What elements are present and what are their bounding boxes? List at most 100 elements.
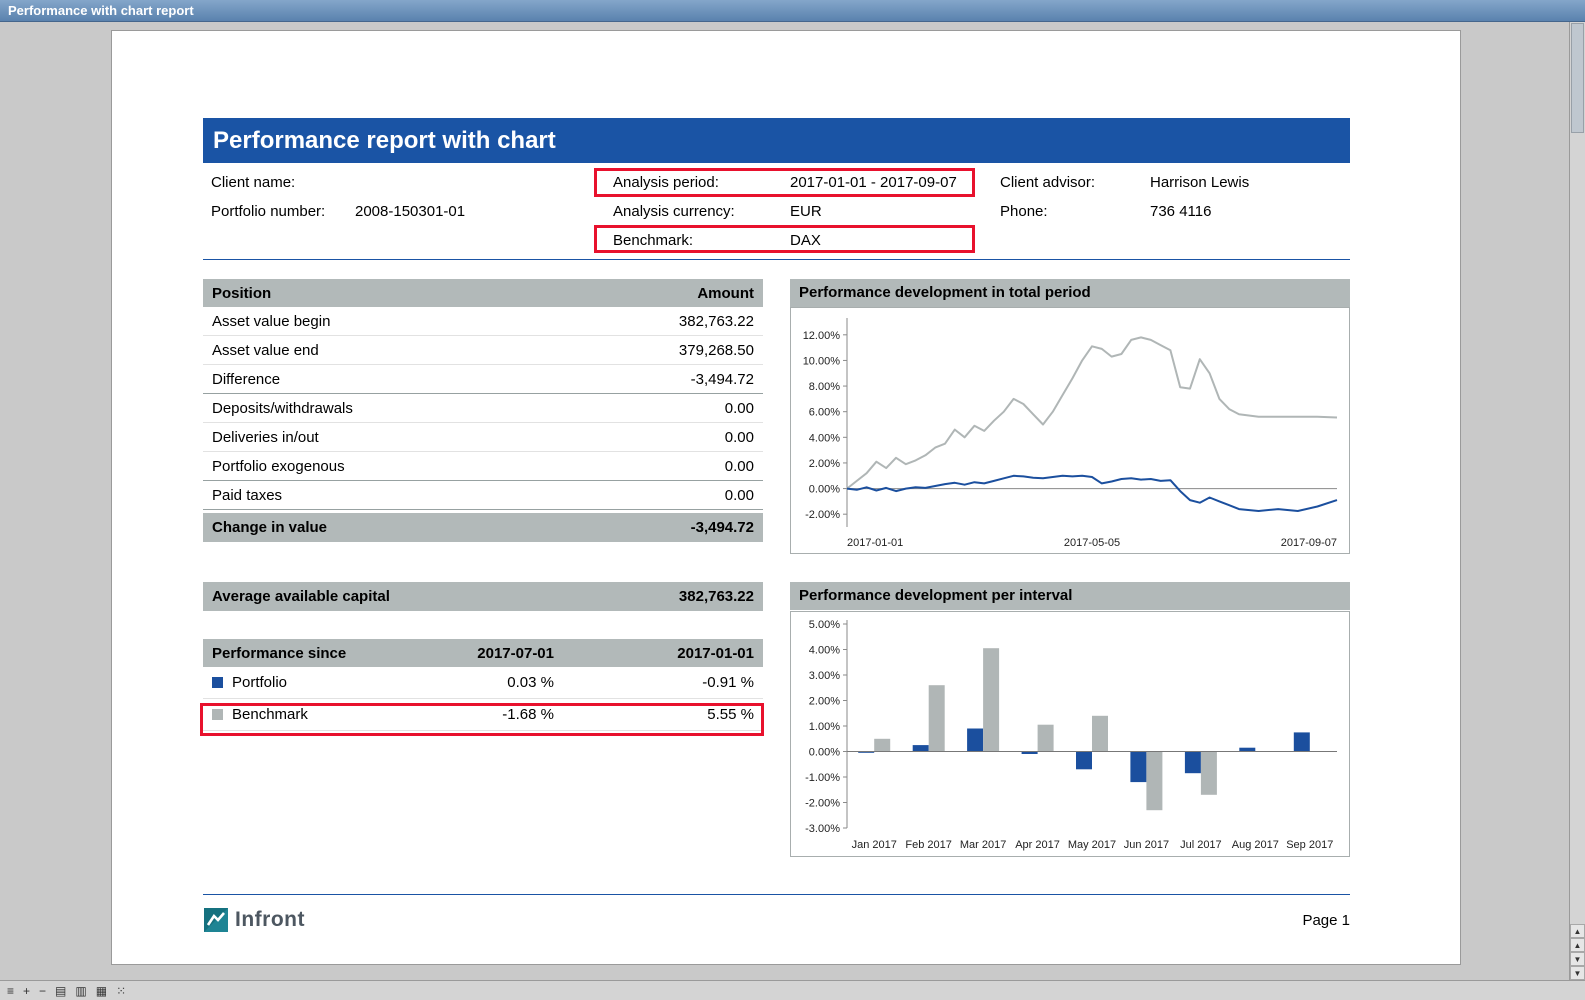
performance-table-header: Performance since 2017-07-01 2017-01-01 [203,639,763,667]
page-number: Page 1 [1200,912,1350,929]
position-row-value: 0.00 [725,429,754,446]
performance-value-col1: -1.68 % [404,706,554,723]
svg-text:10.00%: 10.00% [803,355,841,367]
grid-view-icon[interactable]: ▦ [96,982,107,1000]
scrollbar-thumb[interactable] [1571,23,1584,133]
zoom-out-icon[interactable]: − [39,982,46,1000]
document-viewport[interactable]: Performance report with chart Client nam… [0,22,1569,980]
position-row: Difference -3,494.72 [203,365,763,394]
svg-text:-2.00%: -2.00% [805,798,840,810]
svg-text:Mar 2017: Mar 2017 [960,839,1006,851]
performance-value-col2: -0.91 % [554,674,754,691]
total-period-chart-title: Performance development in total period [790,279,1350,307]
performance-row-label: Portfolio [232,674,287,691]
svg-text:Sep 2017: Sep 2017 [1286,839,1333,851]
change-in-value-row: Change in value -3,494.72 [203,513,763,542]
position-table-header: Position Amount [203,279,763,307]
svg-text:2.00%: 2.00% [809,458,840,470]
svg-text:2017-01-01: 2017-01-01 [847,537,903,549]
page-up-icon[interactable]: ▲ [1570,938,1585,952]
position-row-label: Portfolio exogenous [212,458,345,475]
portfolio-number-value: 2008-150301-01 [355,203,465,220]
svg-text:5.00%: 5.00% [809,619,840,631]
svg-text:-3.00%: -3.00% [805,823,840,835]
svg-text:Jun 2017: Jun 2017 [1124,839,1169,851]
position-row: Paid taxes 0.00 [203,481,763,510]
thumbnails-icon[interactable]: ⁙ [116,982,126,1000]
performance-row: Benchmark-1.68 %5.55 % [203,699,763,731]
svg-text:0.00%: 0.00% [809,484,840,496]
single-page-icon[interactable]: ▤ [55,982,66,1000]
position-row: Portfolio exogenous 0.00 [203,452,763,481]
svg-text:Jul 2017: Jul 2017 [1180,839,1222,851]
svg-text:-2.00%: -2.00% [805,509,840,521]
report-page: Performance report with chart Client nam… [111,30,1461,965]
amount-header: Amount [697,285,754,302]
window-title: Performance with chart report [8,3,194,18]
benchmark-label: Benchmark: [613,232,693,249]
total-period-chart-svg: 12.00%10.00%8.00%6.00%4.00%2.00%0.00%-2.… [791,308,1349,553]
performance-value-col2: 5.55 % [554,706,754,723]
svg-text:4.00%: 4.00% [809,645,840,657]
scroll-down-icon[interactable]: ▼ [1570,966,1585,980]
performance-table-body: Portfolio 0.03 %-0.91 % Benchmark-1.68 %5.… [203,667,763,731]
performance-row: Portfolio 0.03 %-0.91 % [203,667,763,699]
position-table-body: Asset value begin382,763.22Asset value e… [203,307,763,510]
svg-text:1.00%: 1.00% [809,721,840,733]
footer-divider [203,894,1350,895]
position-row-value: 0.00 [725,487,754,504]
menu-icon[interactable]: ≡ [7,982,14,1000]
interval-chart: 5.00%4.00%3.00%2.00%1.00%0.00%-1.00%-2.0… [790,611,1350,857]
client-advisor-value: Harrison Lewis [1150,174,1249,191]
svg-text:Jan 2017: Jan 2017 [852,839,897,851]
position-row-value: -3,494.72 [691,371,754,388]
position-row-label: Deposits/withdrawals [212,400,353,417]
report-title: Performance report with chart [213,127,556,154]
portfolio-number-label: Portfolio number: [211,203,325,220]
analysis-period-label: Analysis period: [613,174,719,191]
performance-col1-header: 2017-07-01 [404,645,554,662]
zoom-in-icon[interactable]: + [23,982,30,1000]
header-divider [203,259,1350,260]
svg-text:12.00%: 12.00% [803,330,841,342]
performance-value-col1: 0.03 % [404,674,554,691]
average-capital-bar: Average available capital 382,763.22 [203,582,763,611]
performance-since-header: Performance since [212,645,404,662]
position-row-value: 379,268.50 [679,342,754,359]
phone-label: Phone: [1000,203,1048,220]
svg-text:May 2017: May 2017 [1068,839,1116,851]
analysis-period-value: 2017-01-01 - 2017-09-07 [790,174,957,191]
position-row-value: 0.00 [725,458,754,475]
position-row-label: Difference [212,371,280,388]
average-capital-value: 382,763.22 [679,588,754,605]
total-period-chart: 12.00%10.00%8.00%6.00%4.00%2.00%0.00%-2.… [790,307,1350,554]
position-row-label: Asset value end [212,342,319,359]
interval-chart-svg: 5.00%4.00%3.00%2.00%1.00%0.00%-1.00%-2.0… [791,612,1349,856]
svg-text:4.00%: 4.00% [809,432,840,444]
phone-value: 736 4116 [1150,203,1211,220]
change-in-value-amount: -3,494.72 [691,519,754,536]
svg-text:8.00%: 8.00% [809,381,840,393]
series-swatch-icon [212,677,223,688]
svg-text:-1.00%: -1.00% [805,772,840,784]
vertical-scrollbar[interactable]: ▲▲▼▼ [1569,22,1585,980]
performance-table: Performance since 2017-07-01 2017-01-01 … [203,639,763,731]
two-page-icon[interactable]: ▥ [75,982,86,1000]
svg-text:Aug 2017: Aug 2017 [1232,839,1279,851]
analysis-currency-label: Analysis currency: [613,203,735,220]
scroll-up-icon[interactable]: ▲ [1570,924,1585,938]
bottom-toolbar: ≡ +−▤ ▥ ▦ ⁙ [0,980,1585,1000]
svg-text:2017-05-05: 2017-05-05 [1064,537,1120,549]
position-row-label: Paid taxes [212,487,282,504]
svg-text:2017-09-07: 2017-09-07 [1281,537,1337,549]
window-titlebar: Performance with chart report [0,0,1585,22]
analysis-currency-value: EUR [790,203,822,220]
page-down-icon[interactable]: ▼ [1570,952,1585,966]
svg-text:Apr 2017: Apr 2017 [1015,839,1060,851]
position-row: Deposits/withdrawals0.00 [203,394,763,423]
position-header: Position [212,285,271,302]
client-name-label: Client name: [211,174,295,191]
scroll-buttons: ▲▲▼▼ [1570,924,1585,980]
benchmark-value: DAX [790,232,821,249]
report-banner: Performance report with chart [203,118,1350,163]
